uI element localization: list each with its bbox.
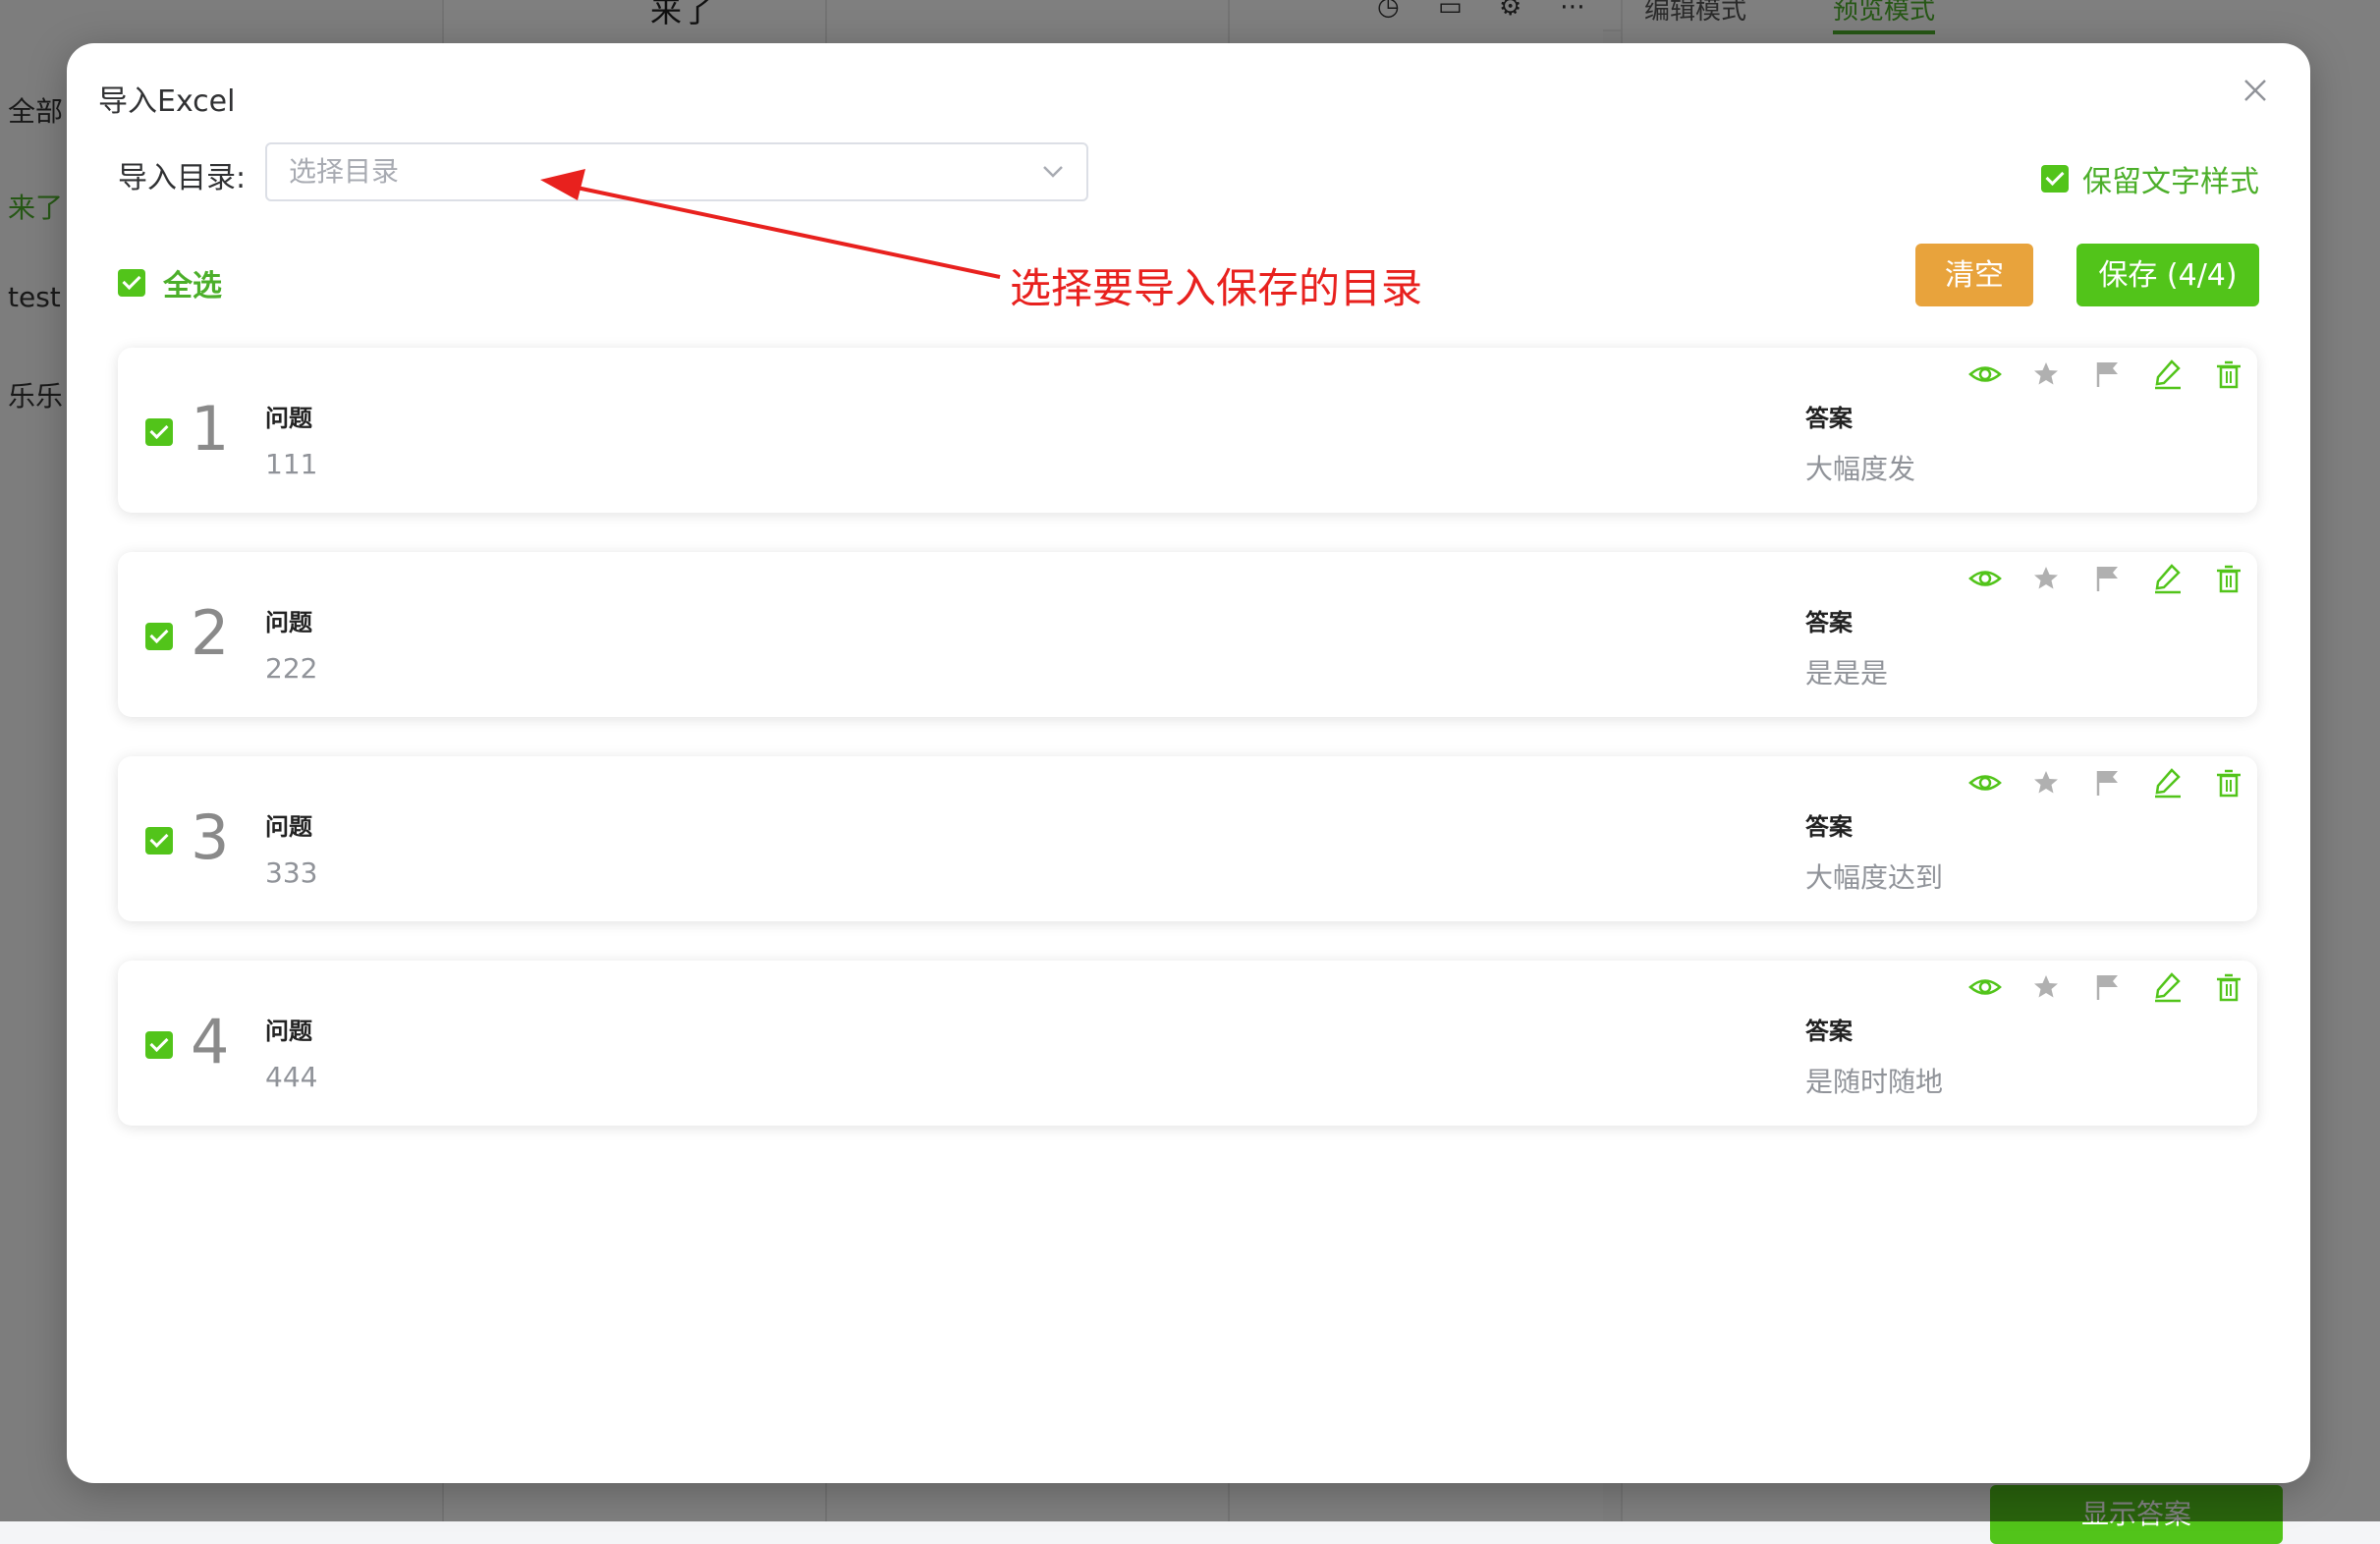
card-actions [1968, 358, 2245, 391]
question-value: 333 [265, 856, 318, 889]
flag-icon[interactable] [2090, 766, 2124, 800]
card-actions [1968, 970, 2245, 1004]
question-value: 111 [265, 448, 318, 480]
question-label: 问题 [265, 813, 312, 841]
question-value: 444 [265, 1061, 318, 1093]
answer-value: 大幅度达到 [1805, 861, 1944, 894]
checkbox-checked-icon[interactable] [2041, 165, 2069, 193]
checkbox-checked-icon[interactable] [145, 827, 173, 855]
question-card: 4 问题 444 答案 是随时随地 [118, 961, 2257, 1126]
edit-icon[interactable] [2151, 766, 2185, 800]
eye-icon[interactable] [1968, 562, 2002, 595]
chevron-down-icon [1043, 166, 1063, 178]
directory-select[interactable]: 选择目录 [265, 142, 1088, 201]
keep-style-label: 保留文字样式 [2082, 165, 2259, 199]
dialog-title: 导入Excel [98, 84, 236, 119]
card-index: 2 [191, 597, 230, 669]
import-excel-dialog: 导入Excel 导入目录: 选择目录 保留文字样式 全选 清空 保存 (4/4)… [67, 43, 2310, 1483]
eye-icon[interactable] [1968, 358, 2002, 391]
edit-icon[interactable] [2151, 358, 2185, 391]
star-icon[interactable] [2029, 358, 2063, 391]
answer-label: 答案 [1805, 813, 1853, 841]
select-all-label: 全选 [163, 269, 222, 303]
star-icon[interactable] [2029, 562, 2063, 595]
question-label: 问题 [265, 1018, 312, 1045]
checkbox-checked-icon[interactable] [145, 418, 173, 446]
select-all-checkbox[interactable]: 全选 [118, 261, 222, 304]
answer-value: 大幅度发 [1805, 453, 1916, 485]
answer-value: 是是是 [1805, 657, 1889, 689]
question-label: 问题 [265, 609, 312, 636]
card-actions [1968, 766, 2245, 800]
delete-icon[interactable] [2212, 358, 2245, 391]
star-icon[interactable] [2029, 970, 2063, 1004]
card-index: 3 [191, 801, 230, 873]
question-value: 222 [265, 652, 318, 685]
question-card: 3 问题 333 答案 大幅度达到 [118, 756, 2257, 921]
delete-icon[interactable] [2212, 970, 2245, 1004]
save-button[interactable]: 保存 (4/4) [2076, 244, 2259, 306]
flag-icon[interactable] [2090, 358, 2124, 391]
close-icon[interactable] [2236, 71, 2275, 110]
clear-button[interactable]: 清空 [1915, 244, 2033, 306]
checkbox-checked-icon[interactable] [118, 269, 145, 297]
delete-icon[interactable] [2212, 766, 2245, 800]
edit-icon[interactable] [2151, 562, 2185, 595]
checkbox-checked-icon[interactable] [145, 623, 173, 650]
annotation-text: 选择要导入保存的目录 [1010, 264, 1423, 312]
question-card: 1 问题 111 答案 大幅度发 [118, 348, 2257, 513]
delete-icon[interactable] [2212, 562, 2245, 595]
directory-placeholder: 选择目录 [289, 155, 400, 188]
card-index: 4 [191, 1006, 230, 1077]
eye-icon[interactable] [1968, 766, 2002, 800]
flag-icon[interactable] [2090, 970, 2124, 1004]
eye-icon[interactable] [1968, 970, 2002, 1004]
card-actions [1968, 562, 2245, 595]
card-index: 1 [191, 393, 230, 465]
answer-label: 答案 [1805, 405, 1853, 432]
question-card: 2 问题 222 答案 是是是 [118, 552, 2257, 717]
question-label: 问题 [265, 405, 312, 432]
keep-style-checkbox[interactable]: 保留文字样式 [2041, 157, 2259, 200]
flag-icon[interactable] [2090, 562, 2124, 595]
answer-label: 答案 [1805, 609, 1853, 636]
answer-value: 是随时随地 [1805, 1066, 1944, 1098]
edit-icon[interactable] [2151, 970, 2185, 1004]
checkbox-checked-icon[interactable] [145, 1031, 173, 1059]
star-icon[interactable] [2029, 766, 2063, 800]
directory-label: 导入目录: [118, 161, 247, 195]
answer-label: 答案 [1805, 1018, 1853, 1045]
